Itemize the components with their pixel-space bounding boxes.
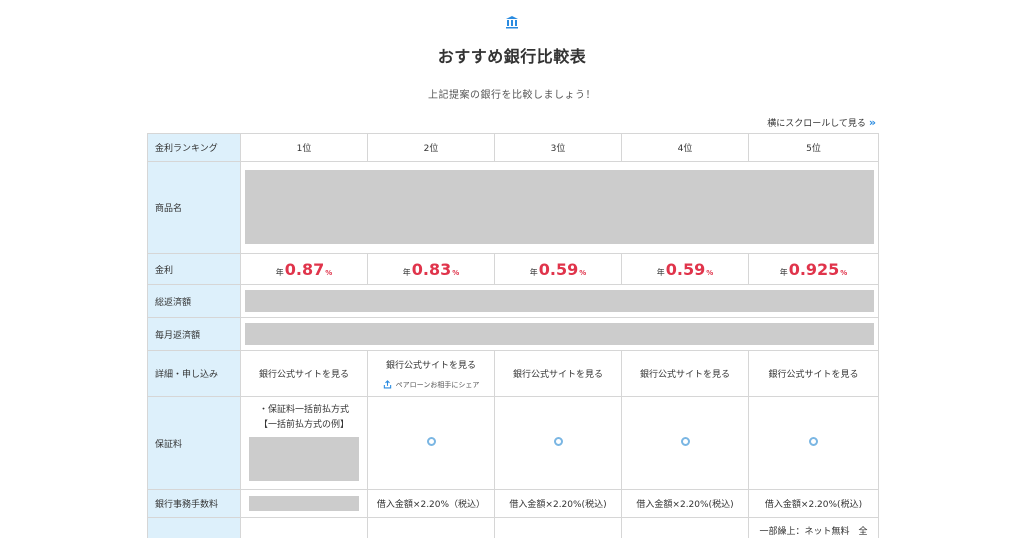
official-site-link[interactable]: 銀行公式サイトを見る xyxy=(748,350,879,397)
product-name-placeholder xyxy=(245,170,874,244)
fee-cell: 借入金額×2.20%(税込) xyxy=(494,489,622,518)
rank-cell: 5位 xyxy=(748,133,879,162)
fee-cell xyxy=(240,489,368,518)
table-cell xyxy=(494,517,622,538)
rate-cell: 年0.87% xyxy=(240,253,368,285)
rate-value: 0.87 xyxy=(284,259,325,279)
circle-icon xyxy=(680,437,690,446)
circle-icon xyxy=(426,437,436,446)
row-label-total: 総返済額 xyxy=(147,284,241,318)
guarantee-cell: ・保証料一括前払方式 【一括前払方式の例】 xyxy=(240,396,368,490)
page-title: おすすめ銀行比較表 xyxy=(437,47,587,66)
table-row-guarantee: 保証料 ・保証料一括前払方式 【一括前払方式の例】 xyxy=(147,396,879,490)
table-cell xyxy=(621,517,749,538)
table-cell xyxy=(240,517,368,538)
table-row-ranking: 金利ランキング 1位 2位 3位 4位 5位 xyxy=(147,133,879,162)
guarantee-example: 【一括前払方式の例】 xyxy=(258,420,349,430)
monthly-repayment-placeholder xyxy=(245,323,874,345)
fee-cell: 借入金額×2.20%(税込) xyxy=(621,489,749,518)
rate-cell: 年0.83% xyxy=(367,253,495,285)
table-row-monthly: 毎月返済額 xyxy=(147,317,879,351)
guarantee-method: ・保証料一括前払方式 xyxy=(258,405,349,415)
prepayment-fee-cell: 一部繰上：ネット無料 全 xyxy=(748,517,879,538)
share-icon xyxy=(383,380,391,389)
double-chevron-right-icon: ›› xyxy=(868,116,876,129)
header: おすすめ銀行比較表 上記提案の銀行を比較しましょう！ xyxy=(0,14,1024,101)
rank-cell: 2位 xyxy=(367,133,495,162)
page-subtitle: 上記提案の銀行を比較しましょう！ xyxy=(428,90,596,101)
circle-icon xyxy=(809,437,818,446)
table-cell xyxy=(367,517,495,538)
table-row-next: 一部繰上：ネット無料 全 xyxy=(147,517,879,538)
rank-cell: 1位 xyxy=(240,133,368,162)
table-row-total: 総返済額 xyxy=(147,284,879,318)
table-row-fee: 銀行事務手数料 借入金額×2.20%（税込） 借入金額×2.20%(税込) 借入… xyxy=(147,489,879,518)
rate-value: 0.59 xyxy=(665,259,706,279)
row-label-rate: 金利 xyxy=(147,253,241,285)
circle-icon xyxy=(553,437,563,446)
rate-cell: 年0.59% xyxy=(621,253,749,285)
row-label-ranking: 金利ランキング xyxy=(147,133,241,162)
fee-cell: 借入金額×2.20%（税込） xyxy=(367,489,495,518)
comparison-table: 金利ランキング 1位 2位 3位 4位 5位 商品名 金利 年0.87% 年0.… xyxy=(147,133,879,538)
table-row-product: 商品名 xyxy=(147,161,879,254)
row-label-monthly: 毎月返済額 xyxy=(147,317,241,351)
product-name-cell xyxy=(240,161,879,254)
fee-cell: 借入金額×2.20%(税込) xyxy=(748,489,879,518)
guarantee-cell xyxy=(494,396,622,490)
official-site-link[interactable]: 銀行公式サイトを見る xyxy=(240,350,368,397)
share-link[interactable]: ペアローンお相手にシェア xyxy=(368,380,494,390)
rate-value: 0.59 xyxy=(538,259,579,279)
total-repayment-cell xyxy=(240,284,879,318)
rate-cell: 年0.59% xyxy=(494,253,622,285)
row-label-next xyxy=(147,517,241,538)
row-label-fee: 銀行事務手数料 xyxy=(147,489,241,518)
row-label-product: 商品名 xyxy=(147,161,241,254)
guarantee-cell xyxy=(748,396,879,490)
rate-value: 0.925 xyxy=(788,259,840,279)
row-label-guarantee: 保証料 xyxy=(147,396,241,490)
table-row-rate: 金利 年0.87% 年0.83% 年0.59% 年0.59% 年0.925% xyxy=(147,253,879,285)
guarantee-placeholder xyxy=(249,437,359,481)
rank-cell: 4位 xyxy=(621,133,749,162)
rate-cell: 年0.925% xyxy=(748,253,879,285)
apply-cell-2: 銀行公式サイトを見る ペアローンお相手にシェア xyxy=(367,350,495,397)
monthly-repayment-cell xyxy=(240,317,879,351)
guarantee-cell xyxy=(621,396,749,490)
fee-placeholder xyxy=(249,496,359,511)
guarantee-cell xyxy=(367,396,495,490)
official-site-link[interactable]: 銀行公式サイトを見る xyxy=(494,350,622,397)
rank-cell: 3位 xyxy=(494,133,622,162)
bank-icon xyxy=(506,16,518,29)
official-site-link[interactable]: 銀行公式サイトを見る xyxy=(368,358,494,371)
row-label-apply: 詳細・申し込み xyxy=(147,350,241,397)
share-label: ペアローンお相手にシェア xyxy=(395,380,480,389)
rate-value: 0.83 xyxy=(411,259,452,279)
official-site-link[interactable]: 銀行公式サイトを見る xyxy=(621,350,749,397)
scroll-hint-label: 横にスクロールして見る xyxy=(767,119,866,129)
scroll-hint: 横にスクロールして見る ›› xyxy=(767,116,876,129)
table-row-apply: 詳細・申し込み 銀行公式サイトを見る 銀行公式サイトを見る ペアローンお相手にシ… xyxy=(147,350,879,397)
total-repayment-placeholder xyxy=(245,290,874,312)
